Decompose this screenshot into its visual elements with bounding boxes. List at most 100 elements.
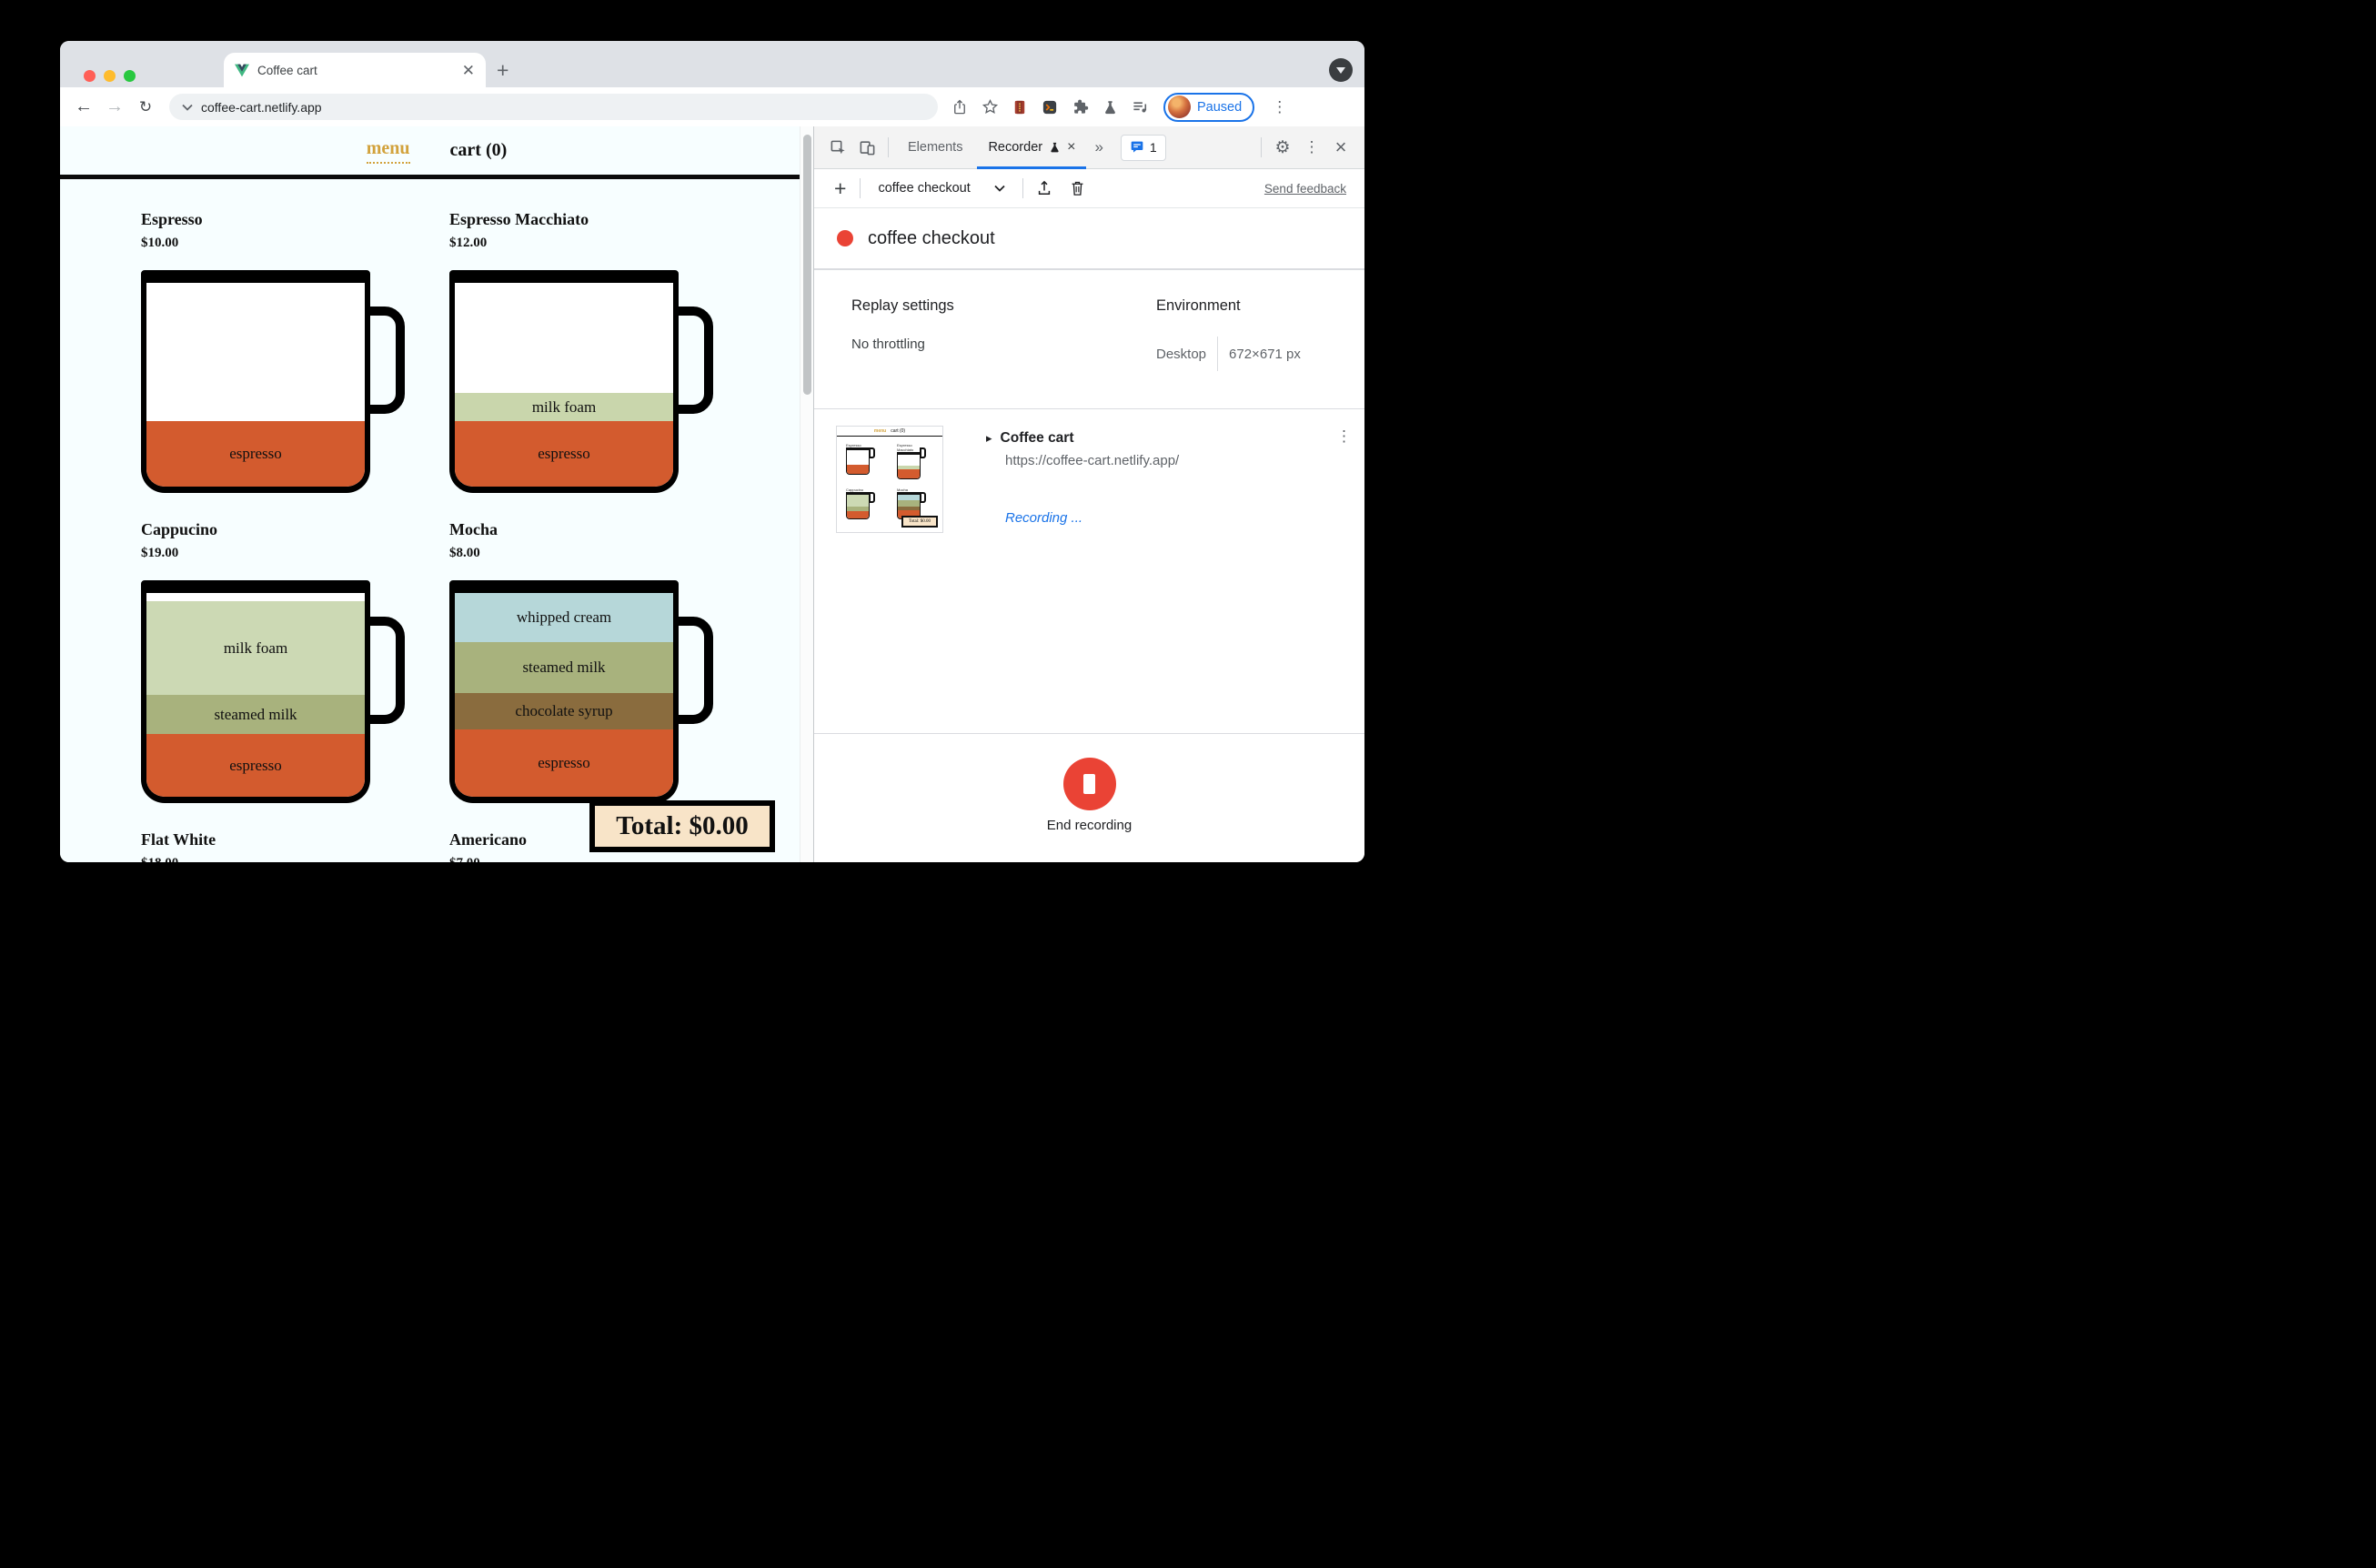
- product-card: Espresso Macchiato $12.00 milk foam espress…: [449, 210, 713, 493]
- product-card: Espresso $10.00 espresso: [141, 210, 405, 493]
- forward-button: →: [106, 96, 124, 116]
- mini-cup-handle: [920, 447, 926, 458]
- profile-paused-pill[interactable]: Paused: [1163, 92, 1255, 122]
- mini-product: Mocha: [897, 487, 928, 519]
- vue-favicon-icon: [235, 64, 249, 77]
- address-bar[interactable]: coffee-cart.netlify.app: [169, 94, 938, 120]
- product-cup[interactable]: espresso: [141, 270, 405, 493]
- toolbar-divider: [1022, 178, 1023, 198]
- tab-elements[interactable]: Elements: [895, 126, 975, 169]
- stop-icon: [1083, 774, 1095, 794]
- cart-total-box[interactable]: Total: $0.00: [589, 800, 775, 852]
- recording-status: Recording ...: [1005, 510, 1083, 526]
- more-tabs-icon[interactable]: »: [1088, 138, 1109, 156]
- export-recording-icon[interactable]: [1032, 176, 1056, 200]
- add-recording-button[interactable]: +: [834, 177, 846, 199]
- cup-body: milk foam espresso: [449, 270, 679, 493]
- cup-layer-espresso: espresso: [146, 734, 365, 797]
- cup-layer-milk-foam: milk foam: [146, 601, 365, 695]
- nav-link-menu[interactable]: menu: [366, 138, 410, 164]
- recording-select[interactable]: coffee checkout: [867, 181, 1015, 196]
- layer-label: espresso: [538, 754, 590, 771]
- product-name: Mocha: [449, 520, 498, 538]
- replay-settings-label[interactable]: Replay settings: [851, 297, 1156, 315]
- issues-count: 1: [1149, 140, 1157, 155]
- step-menu-icon[interactable]: ⋮: [1336, 427, 1352, 446]
- extension-screenshot-icon[interactable]: [1011, 98, 1029, 116]
- mini-product: Cappucino: [846, 487, 877, 519]
- product-price: $7.00: [449, 856, 679, 862]
- reload-button[interactable]: ↻: [133, 98, 158, 116]
- extension-flask-icon[interactable]: [1101, 98, 1119, 116]
- devtools-menu-icon[interactable]: ⋮: [1300, 136, 1324, 159]
- tab-search-button[interactable]: [1329, 58, 1353, 82]
- product-cup[interactable]: milk foam steamed milk espresso: [141, 580, 405, 803]
- mini-cup-handle: [869, 492, 875, 503]
- new-tab-button[interactable]: +: [497, 60, 508, 81]
- layer-label: milk foam: [531, 397, 597, 416]
- extension-terminal-icon[interactable]: [1041, 98, 1059, 116]
- devtools-close-icon[interactable]: ×: [1329, 136, 1353, 159]
- select-chevron-icon: [994, 185, 1005, 192]
- cup-body: espresso: [141, 270, 370, 493]
- environment-label[interactable]: Environment: [1156, 297, 1364, 315]
- browser-toolbar: ← → ↻ coffee-cart.netlify.app Paused ⋮: [60, 87, 1364, 126]
- product-price: $10.00: [141, 236, 179, 250]
- zoom-window-button[interactable]: [124, 70, 136, 82]
- cup-layer-chocolate-syrup: chocolate syrup: [455, 693, 673, 729]
- toolbar-divider: [1261, 137, 1262, 157]
- environment-viewport: 672×671 px: [1229, 346, 1301, 362]
- close-window-button[interactable]: [84, 70, 96, 82]
- recorder-tab-close-icon[interactable]: ×: [1067, 139, 1075, 156]
- url-text: coffee-cart.netlify.app: [201, 99, 322, 115]
- nav-divider: [60, 175, 800, 179]
- back-button[interactable]: ←: [71, 96, 96, 117]
- nav-link-cart[interactable]: cart (0): [450, 140, 508, 161]
- product-price: $12.00: [449, 236, 488, 250]
- mini-total-box: Total: $0.00: [901, 516, 938, 528]
- inspect-element-icon[interactable]: [826, 136, 850, 159]
- cup-layer-espresso: espresso: [455, 729, 673, 797]
- browser-tab[interactable]: Coffee cart ✕: [224, 53, 486, 87]
- environment-device: Desktop: [1156, 346, 1207, 362]
- toolbar-icons: Paused ⋮: [951, 92, 1287, 122]
- cup-layer-whipped-cream: whipped cream: [455, 593, 673, 642]
- product-cup[interactable]: milk foam espresso: [449, 270, 713, 493]
- mini-product: Espresso: [846, 443, 877, 479]
- delete-recording-icon[interactable]: [1066, 176, 1090, 200]
- recording-header: coffee checkout: [814, 208, 1364, 270]
- recording-settings: Replay settings No throttling Environmen…: [814, 270, 1364, 409]
- chrome-menu-icon[interactable]: ⋮: [1272, 98, 1287, 116]
- device-toolbar-icon[interactable]: [855, 136, 879, 159]
- tab-title: Coffee cart: [257, 63, 317, 77]
- step-url: https://coffee-cart.netlify.app/: [1005, 453, 1180, 468]
- tab-close-icon[interactable]: ✕: [462, 63, 475, 78]
- share-icon[interactable]: [951, 98, 969, 116]
- site-info-chevron-icon[interactable]: [182, 104, 193, 111]
- scrollbar-thumb[interactable]: [803, 135, 811, 395]
- mini-cup: [897, 452, 921, 479]
- page-scrollbar[interactable]: [800, 126, 813, 862]
- tab-recorder[interactable]: Recorder ×: [975, 126, 1088, 169]
- settings-gear-icon[interactable]: ⚙: [1271, 136, 1294, 159]
- extensions-puzzle-icon[interactable]: [1071, 98, 1089, 116]
- issues-chat-icon: [1130, 140, 1144, 155]
- bookmark-star-icon[interactable]: [981, 98, 999, 116]
- cup-layer-espresso: espresso: [455, 421, 673, 487]
- replay-settings-group: Replay settings No throttling: [851, 297, 1156, 408]
- toolbar-divider: [860, 178, 861, 198]
- devtools-toolbar: Elements Recorder × » 1 ⚙ ⋮ ×: [814, 126, 1364, 169]
- browser-window: Coffee cart ✕ + ← → ↻ coffee-cart.netlif…: [60, 41, 1364, 862]
- step-disclosure-icon[interactable]: ▸: [986, 431, 992, 446]
- issues-counter[interactable]: 1: [1120, 134, 1166, 161]
- send-feedback-link[interactable]: Send feedback: [1264, 182, 1352, 196]
- end-recording-button[interactable]: [1062, 758, 1116, 810]
- traffic-lights: [84, 70, 136, 82]
- layer-label: milk foam: [223, 638, 288, 657]
- cup-layer-steamed-milk: steamed milk: [146, 695, 365, 734]
- media-playlist-icon[interactable]: [1131, 98, 1149, 116]
- minimize-window-button[interactable]: [104, 70, 116, 82]
- product-cup[interactable]: whipped cream steamed milk chocolate syrup…: [449, 580, 713, 803]
- recorder-controls-bar: + coffee checkout Send feedback: [814, 169, 1364, 208]
- step-card[interactable]: ▸ Coffee cart https://coffee-cart.netlif…: [986, 426, 1352, 733]
